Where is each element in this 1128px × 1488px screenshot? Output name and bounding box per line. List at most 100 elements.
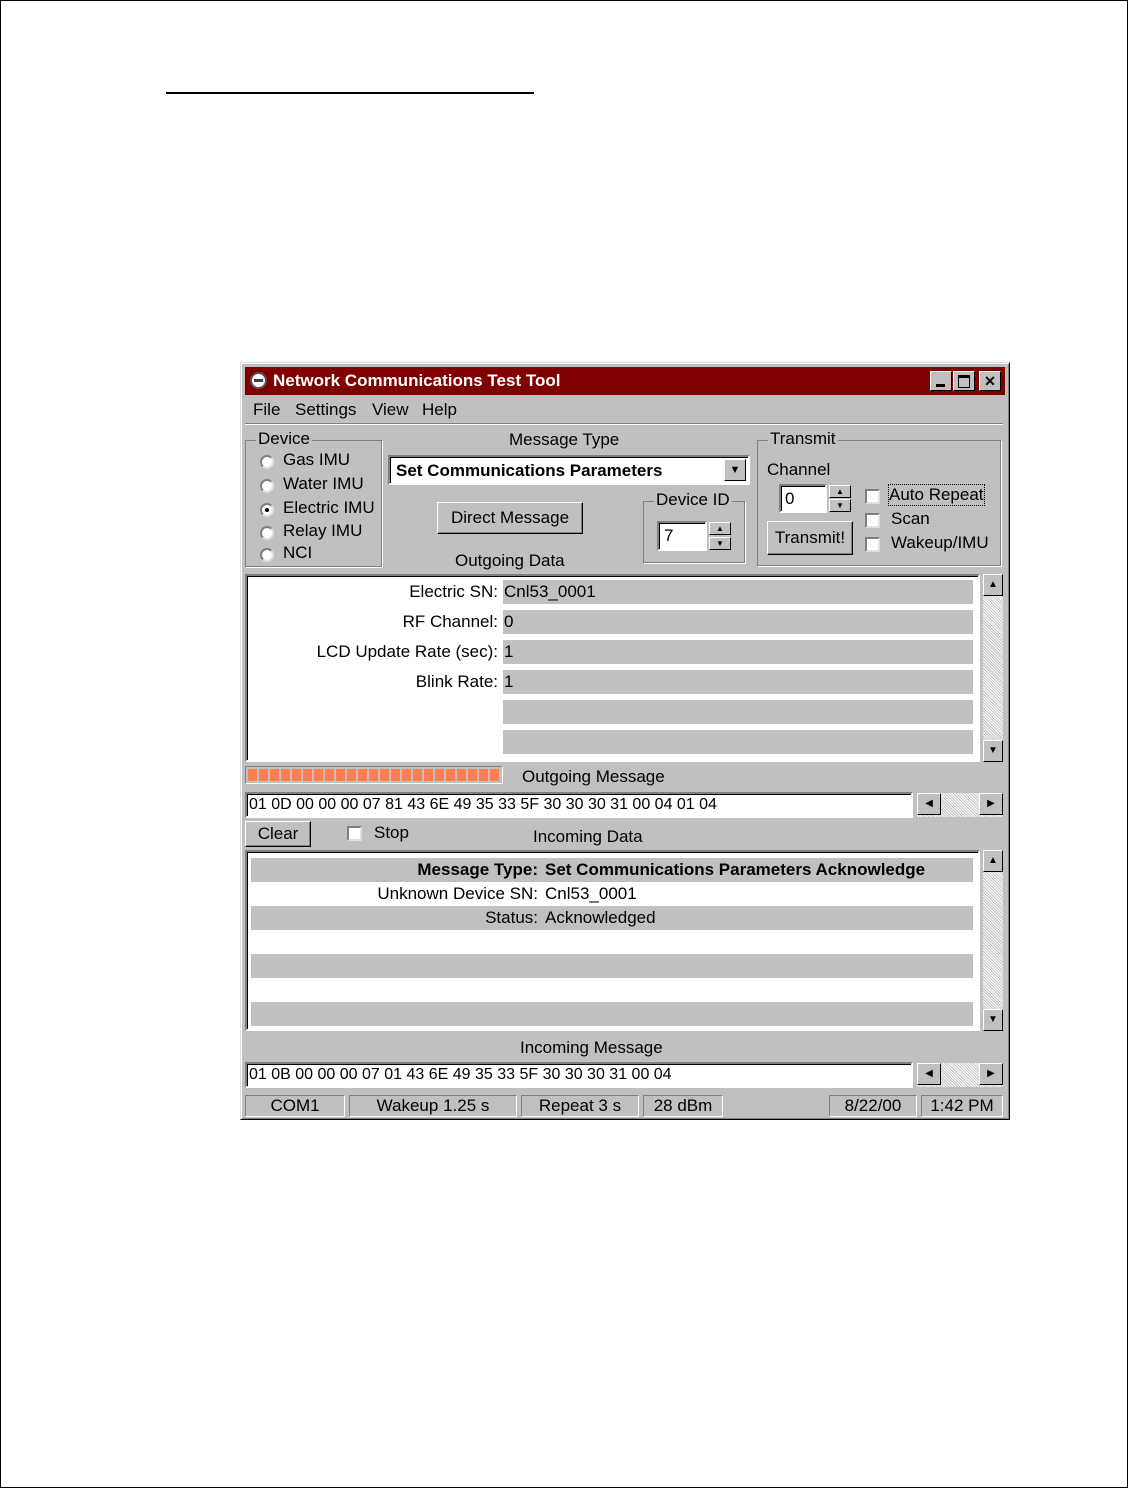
close-icon: ✕ bbox=[984, 373, 996, 389]
channel-value: 0 bbox=[785, 489, 795, 508]
menu-bar: File Settings View Help bbox=[245, 397, 1005, 421]
status-wakeup: Wakeup 1.25 s bbox=[349, 1095, 517, 1117]
menu-file[interactable]: File bbox=[253, 400, 280, 420]
device-id-label: Device ID bbox=[654, 490, 732, 510]
outgoing-scroll-right-button[interactable]: ▶ bbox=[979, 793, 1003, 815]
status-power: 28 dBm bbox=[643, 1095, 723, 1117]
incoming-message-hex: 01 0B 00 00 00 07 01 43 6E 49 35 33 5F 3… bbox=[249, 1066, 672, 1083]
incoming-data-label: Incoming Data bbox=[533, 827, 643, 846]
app-icon bbox=[250, 372, 267, 389]
outgoing-message-field[interactable]: 01 0D 00 00 00 07 81 43 6E 49 35 33 5F 3… bbox=[245, 792, 913, 818]
minimize-button[interactable] bbox=[930, 371, 952, 391]
incoming-data-panel: Message Type: Set Communications Paramet… bbox=[245, 850, 980, 1031]
incoming-row-value: Acknowledged bbox=[545, 908, 656, 927]
incoming-header-label: Message Type: bbox=[417, 860, 538, 879]
outgoing-row-bg bbox=[503, 610, 973, 634]
direct-message-button[interactable]: Direct Message bbox=[437, 502, 583, 534]
menu-settings[interactable]: Settings bbox=[295, 400, 356, 420]
radio-water-imu[interactable] bbox=[260, 479, 274, 493]
channel-label: Channel bbox=[767, 460, 831, 479]
message-type-label: Message Type bbox=[509, 430, 620, 449]
outgoing-row-value[interactable]: 1 bbox=[504, 672, 513, 692]
status-repeat: Repeat 3 s bbox=[521, 1095, 639, 1117]
window-title: Network Communications Test Tool bbox=[273, 371, 561, 390]
radio-gas-imu-label: Gas IMU bbox=[283, 450, 351, 469]
radio-nci[interactable] bbox=[260, 548, 274, 562]
progress-fill bbox=[248, 769, 500, 781]
incoming-scroll-down-button[interactable]: ▼ bbox=[983, 1009, 1003, 1031]
maximize-button[interactable] bbox=[953, 371, 975, 391]
incoming-row-bg bbox=[251, 1002, 973, 1026]
channel-down-button[interactable]: ▼ bbox=[829, 499, 851, 512]
device-id-down-button[interactable]: ▼ bbox=[709, 537, 731, 550]
incoming-data-scrollbar[interactable] bbox=[983, 850, 1003, 1031]
scan-label: Scan bbox=[891, 509, 930, 528]
status-time: 1:42 PM bbox=[921, 1095, 1003, 1117]
chevron-down-icon: ▼ bbox=[729, 464, 741, 476]
outgoing-data-panel: Electric SN: Cnl53_0001 RF Channel: 0 LC… bbox=[245, 574, 980, 762]
status-date: 8/22/00 bbox=[829, 1095, 917, 1117]
menu-separator bbox=[245, 423, 1003, 425]
app-window: Network Communications Test Tool ✕ File … bbox=[240, 362, 1010, 1120]
outgoing-data-scrollbar[interactable] bbox=[983, 574, 1003, 762]
stop-label: Stop bbox=[374, 823, 409, 842]
outgoing-row-bg bbox=[503, 700, 973, 724]
incoming-row-bg bbox=[251, 954, 973, 978]
wakeup-label: Wakeup/IMU bbox=[891, 533, 989, 552]
scan-checkbox[interactable] bbox=[865, 513, 880, 528]
incoming-header-value: Set Communications Parameters Acknowledg… bbox=[545, 860, 926, 879]
outgoing-row-label: LCD Update Rate (sec): bbox=[316, 642, 498, 661]
incoming-row-label: Status: bbox=[485, 908, 538, 927]
outgoing-row-label: Electric SN: bbox=[409, 582, 498, 601]
outgoing-data-label: Outgoing Data bbox=[455, 551, 565, 570]
auto-repeat-label: Auto Repeat bbox=[888, 484, 985, 506]
incoming-row-label: Unknown Device SN: bbox=[377, 884, 538, 903]
top-rule bbox=[166, 92, 534, 94]
radio-electric-imu-label: Electric IMU bbox=[283, 498, 375, 517]
outgoing-row-value[interactable]: Cnl53_0001 bbox=[504, 582, 596, 602]
outgoing-row-bg bbox=[503, 730, 973, 754]
title-bar[interactable]: Network Communications Test Tool ✕ bbox=[245, 367, 1005, 395]
incoming-message-field[interactable]: 01 0B 00 00 00 07 01 43 6E 49 35 33 5F 3… bbox=[245, 1062, 913, 1088]
incoming-scroll-right-button[interactable]: ▶ bbox=[979, 1063, 1003, 1085]
outgoing-row-bg bbox=[503, 670, 973, 694]
outgoing-row-label: Blink Rate: bbox=[415, 672, 498, 691]
incoming-scroll-left-button[interactable]: ◀ bbox=[917, 1063, 941, 1085]
radio-relay-imu-label: Relay IMU bbox=[283, 521, 363, 540]
outgoing-row-value[interactable]: 1 bbox=[504, 642, 513, 662]
device-id-value: 7 bbox=[664, 526, 674, 545]
menu-help[interactable]: Help bbox=[422, 400, 457, 420]
menu-view[interactable]: View bbox=[372, 400, 409, 420]
radio-nci-label: NCI bbox=[283, 543, 313, 562]
outgoing-scroll-up-button[interactable]: ▲ bbox=[983, 574, 1003, 596]
message-type-value: Set Communications Parameters bbox=[396, 461, 663, 480]
device-id-input[interactable]: 7 bbox=[657, 521, 707, 551]
incoming-row-value: Cnl53_0001 bbox=[545, 884, 637, 903]
stop-checkbox[interactable] bbox=[347, 826, 362, 841]
outgoing-message-hex: 01 0D 00 00 00 07 81 43 6E 49 35 33 5F 3… bbox=[249, 796, 717, 813]
radio-gas-imu[interactable] bbox=[260, 455, 274, 469]
channel-input[interactable]: 0 bbox=[779, 484, 827, 513]
close-button[interactable]: ✕ bbox=[979, 371, 1001, 391]
transmit-progress-bar bbox=[245, 766, 503, 784]
channel-up-button[interactable]: ▲ bbox=[829, 485, 851, 498]
wakeup-checkbox[interactable] bbox=[865, 537, 880, 552]
radio-water-imu-label: Water IMU bbox=[283, 474, 364, 493]
outgoing-row-bg bbox=[503, 640, 973, 664]
outgoing-scroll-down-button[interactable]: ▼ bbox=[983, 740, 1003, 762]
incoming-scroll-up-button[interactable]: ▲ bbox=[983, 850, 1003, 872]
transmit-button[interactable]: Transmit! bbox=[767, 521, 853, 555]
outgoing-scroll-left-button[interactable]: ◀ bbox=[917, 793, 941, 815]
radio-relay-imu[interactable] bbox=[260, 526, 274, 540]
dropdown-arrow-button[interactable]: ▼ bbox=[724, 459, 746, 481]
device-id-up-button[interactable]: ▲ bbox=[709, 522, 731, 535]
incoming-message-label: Incoming Message bbox=[520, 1038, 663, 1057]
transmit-group-label: Transmit bbox=[768, 429, 838, 449]
outgoing-row-value[interactable]: 0 bbox=[504, 612, 513, 632]
outgoing-row-label: RF Channel: bbox=[402, 612, 498, 631]
message-type-dropdown[interactable]: Set Communications Parameters ▼ bbox=[388, 455, 750, 485]
clear-button[interactable]: Clear bbox=[245, 821, 311, 847]
radio-electric-imu[interactable] bbox=[260, 503, 274, 517]
auto-repeat-checkbox[interactable] bbox=[865, 489, 880, 504]
outgoing-message-label: Outgoing Message bbox=[522, 767, 665, 786]
